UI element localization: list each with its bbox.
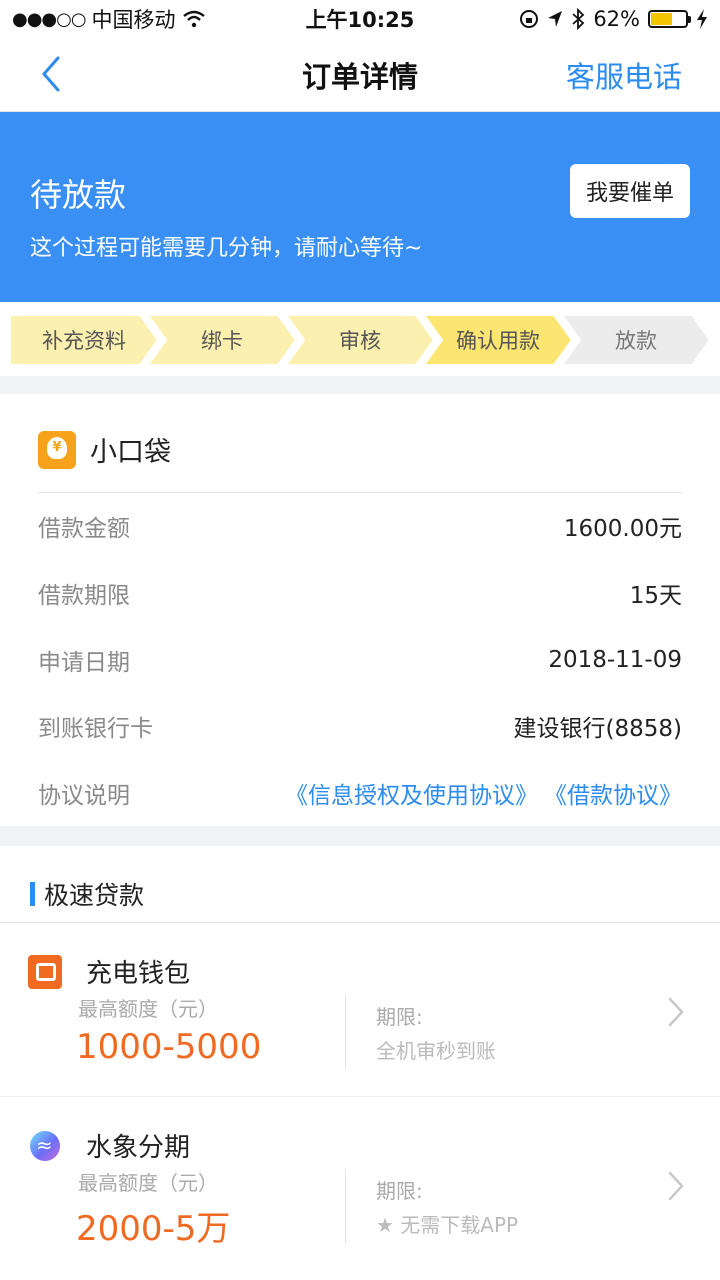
section-title: 极速贷款 [30, 876, 144, 912]
charging-icon [697, 9, 707, 29]
step-label: 审核 [339, 329, 381, 353]
info-row-apply-date: 申请日期 2018-11-09 [38, 640, 682, 680]
order-detail-card: 小口袋 借款金额 1600.00元 借款期限 15天 申请日期 2018-11-… [0, 394, 720, 826]
step-label: 确认用款 [456, 329, 540, 353]
info-authorization-agreement-link[interactable]: 《信息授权及使用协议》 [285, 776, 538, 810]
progress-steps: 补充资料 绑卡 审核 确认用款 放款 [0, 302, 720, 376]
divider [345, 1169, 346, 1243]
info-label: 到账银行卡 [38, 716, 153, 742]
info-value: 15天 [629, 583, 682, 609]
nav-bar: 订单详情 客服电话 [0, 38, 720, 112]
status-bar: ●●●○○ 中国移动 上午10:25 62% [0, 0, 720, 38]
loan-term-label: 期限: [376, 1005, 423, 1029]
loan-name: 水象分期 [86, 1133, 191, 1163]
battery-percent: 62% [593, 7, 640, 31]
battery-icon [648, 10, 691, 28]
order-status-title: 待放款 [30, 176, 127, 214]
loan-agreement-link[interactable]: 《借款协议》 [544, 776, 682, 810]
wallet-logo-icon [38, 430, 76, 469]
divider [345, 995, 346, 1069]
customer-service-phone-link[interactable]: 客服电话 [566, 54, 682, 96]
carrier-label: 中国移动 [91, 8, 176, 32]
step-5: 放款 [562, 315, 710, 365]
loan-term-label: 期限: [376, 1179, 423, 1203]
signal-icon: ●●●○○ [12, 8, 87, 30]
charging-wallet-logo-icon [28, 955, 62, 989]
loan-item-charging-wallet[interactable]: 充电钱包 最高额度（元） 1000-5000 期限: 全机审秒到账 [0, 923, 720, 1097]
chevron-right-icon [668, 997, 684, 1027]
step-3: 审核 [286, 315, 434, 365]
wifi-icon [182, 10, 205, 28]
lender-name: 小口袋 [90, 437, 171, 468]
info-row-loan-term: 借款期限 15天 [38, 573, 682, 613]
loan-item-shuixiang-installment[interactable]: 水象分期 最高额度（元） 2000-5万 期限: ★ 无需下载APP [0, 1097, 720, 1271]
info-value: 2018-11-09 [548, 647, 682, 673]
shuixiang-logo-icon [30, 1131, 60, 1161]
order-status-subtitle: 这个过程可能需要几分钟，请耐心等待~ [30, 236, 423, 261]
step-2: 绑卡 [148, 315, 296, 365]
info-row-agreements: 协议说明 《信息授权及使用协议》 《借款协议》 [38, 773, 682, 813]
order-status-banner: 待放款 这个过程可能需要几分钟，请耐心等待~ 我要催单 [0, 112, 720, 302]
info-value: 1600.00元 [563, 516, 682, 542]
divider [38, 492, 682, 493]
loan-amount: 2000-5万 [76, 1209, 231, 1249]
loan-amount-label: 最高额度（元） [78, 1171, 218, 1195]
info-label: 借款金额 [38, 516, 130, 542]
chevron-right-icon [668, 1171, 684, 1201]
step-4: 确认用款 [424, 315, 572, 365]
fast-loans-section: 极速贷款 充电钱包 最高额度（元） 1000-5000 期限: 全机审秒到账 水… [0, 846, 720, 1280]
loan-amount: 1000-5000 [76, 1027, 262, 1067]
loan-amount-label: 最高额度（元） [78, 997, 218, 1021]
loan-name: 充电钱包 [86, 959, 191, 989]
info-value: 建设银行(8858) [513, 716, 682, 742]
info-row-loan-amount: 借款金额 1600.00元 [38, 506, 682, 546]
location-icon [548, 11, 563, 27]
info-label: 协议说明 [38, 783, 130, 809]
info-row-bank-card: 到账银行卡 建设银行(8858) [38, 706, 682, 746]
step-label: 补充资料 [42, 329, 126, 353]
bluetooth-icon [572, 8, 585, 30]
info-label: 申请日期 [38, 650, 130, 676]
step-label: 放款 [615, 329, 657, 353]
info-label: 借款期限 [38, 583, 130, 609]
loan-term: 全机审秒到账 [376, 1039, 496, 1063]
loan-term: ★ 无需下载APP [376, 1213, 519, 1237]
urge-order-button[interactable]: 我要催单 [570, 164, 690, 218]
rotation-lock-icon [520, 10, 539, 28]
step-1: 补充资料 [10, 315, 158, 365]
step-label: 绑卡 [201, 329, 243, 353]
